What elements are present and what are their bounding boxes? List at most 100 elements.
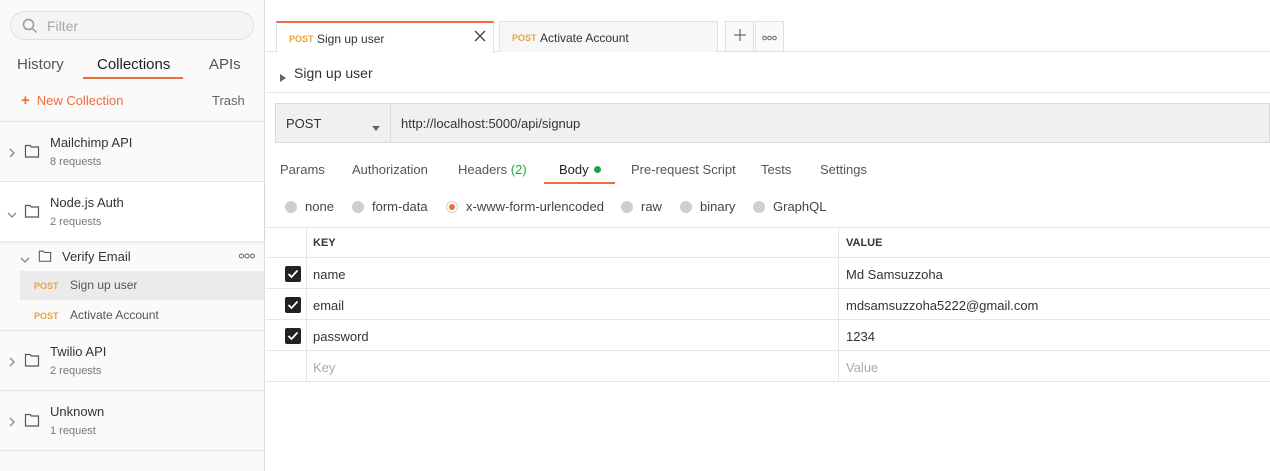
url-bar: POST	[275, 103, 1270, 143]
more-options-icon[interactable]	[239, 251, 255, 262]
row-key[interactable]: password	[313, 329, 369, 344]
radio-label: GraphQL	[773, 199, 827, 214]
collection-unknown[interactable]: Unknown 1 request	[0, 391, 264, 450]
subtab-headers-label: Headers	[458, 162, 508, 177]
subtab-prerequest[interactable]: Pre-request Script	[631, 162, 736, 177]
collection-name: Node.js Auth	[50, 195, 124, 210]
folder-icon	[24, 352, 40, 368]
table-row: name Md Samsuzzoha	[266, 258, 1270, 289]
status-dot-icon	[593, 166, 601, 173]
collection-name: Mailchimp API	[50, 135, 133, 150]
subtab-params[interactable]: Params	[280, 162, 325, 177]
radio-icon	[352, 200, 364, 213]
tab-title: Activate Account	[540, 31, 629, 45]
row-checkbox[interactable]	[285, 266, 301, 282]
search-icon	[22, 18, 38, 34]
collection-name: Twilio API	[50, 344, 107, 359]
active-subtab-indicator	[544, 182, 615, 184]
chevron-right-icon	[8, 355, 16, 367]
radio-selected-icon	[446, 200, 458, 213]
request-tab-sign-up[interactable]: POST Sign up user	[276, 21, 494, 53]
caret-right-icon	[280, 69, 286, 82]
caret-down-icon	[372, 120, 380, 131]
chevron-right-icon	[8, 415, 16, 427]
new-collection-button[interactable]: + New Collection	[21, 93, 123, 108]
subtab-headers[interactable]: Headers (2)	[458, 162, 527, 177]
subtab-body[interactable]: Body	[559, 162, 601, 177]
method-badge: POST	[34, 281, 59, 291]
tab-apis[interactable]: APIs	[209, 56, 241, 73]
trash-button[interactable]: Trash	[212, 93, 245, 108]
collection-count: 8 requests	[50, 156, 102, 168]
method-badge: POST	[289, 34, 314, 44]
row-value[interactable]: mdsamsuzzoha5222@gmail.com	[846, 298, 1038, 313]
headers-count: (2)	[510, 162, 527, 177]
row-checkbox[interactable]	[285, 328, 301, 344]
row-checkbox[interactable]	[285, 297, 301, 313]
radio-icon	[753, 200, 765, 213]
request-tab-activate[interactable]: POST Activate Account	[499, 21, 718, 52]
filter-input[interactable]	[47, 17, 237, 34]
collection-count: 2 requests	[50, 365, 102, 377]
chevron-down-icon	[20, 252, 30, 263]
table-row: email mdsamsuzzoha5222@gmail.com	[266, 289, 1270, 320]
row-value[interactable]: Md Samsuzzoha	[846, 267, 943, 282]
table-row-empty: Key Value	[266, 351, 1270, 382]
tab-title: Sign up user	[317, 32, 385, 46]
plus-icon	[733, 29, 746, 44]
key-placeholder[interactable]: Key	[313, 360, 335, 375]
request-item-sign-up[interactable]: POST Sign up user	[20, 271, 264, 300]
subtab-body-label: Body	[559, 162, 589, 177]
active-tab-indicator	[83, 77, 183, 79]
filter-box[interactable]	[10, 11, 254, 40]
subtab-settings[interactable]: Settings	[820, 162, 867, 177]
radio-urlencoded[interactable]: x-www-form-urlencoded	[446, 199, 604, 214]
more-options-icon	[762, 29, 777, 44]
folder-icon	[38, 249, 52, 263]
main-panel: POST Sign up user POST Activate Account …	[266, 0, 1270, 471]
tab-collections[interactable]: Collections	[97, 56, 170, 73]
radio-none[interactable]: none	[285, 199, 334, 214]
column-divider	[306, 227, 307, 382]
row-key[interactable]: name	[313, 267, 346, 282]
radio-raw[interactable]: raw	[621, 199, 662, 214]
radio-graphql[interactable]: GraphQL	[753, 199, 826, 214]
radio-form-data[interactable]: form-data	[352, 199, 428, 214]
collection-mailchimp[interactable]: Mailchimp API 8 requests	[0, 122, 264, 181]
subtab-tests[interactable]: Tests	[761, 162, 791, 177]
chevron-right-icon	[8, 146, 16, 158]
tab-history[interactable]: History	[17, 56, 64, 73]
collection-twilio[interactable]: Twilio API 2 requests	[0, 331, 264, 390]
divider	[0, 450, 265, 451]
radio-label: binary	[700, 199, 736, 214]
close-icon[interactable]	[473, 29, 487, 43]
request-tabs-bar: POST Sign up user POST Activate Account	[266, 0, 1270, 53]
folder-name: Verify Email	[62, 249, 131, 264]
radio-icon	[680, 200, 692, 213]
method-badge: POST	[34, 311, 59, 321]
radio-label: none	[305, 199, 334, 214]
folder-verify-email[interactable]: Verify Email	[0, 242, 264, 270]
radio-binary[interactable]: binary	[680, 199, 735, 214]
radio-icon	[285, 200, 297, 213]
new-tab-button[interactable]	[725, 21, 754, 52]
row-value[interactable]: 1234	[846, 329, 875, 344]
collection-nodejs-auth[interactable]: Node.js Auth 2 requests	[0, 182, 264, 241]
header-value: VALUE	[846, 237, 883, 249]
method-dropdown[interactable]: POST	[276, 104, 391, 142]
value-placeholder[interactable]: Value	[846, 360, 878, 375]
chevron-down-icon	[7, 207, 17, 218]
column-divider	[838, 227, 839, 382]
body-type-selector: none form-data x-www-form-urlencoded raw…	[266, 197, 1270, 217]
header-key: KEY	[313, 237, 336, 249]
tab-options-button[interactable]	[755, 21, 784, 52]
row-key[interactable]: email	[313, 298, 344, 313]
url-input[interactable]	[392, 104, 1270, 142]
request-item-activate[interactable]: POST Activate Account	[20, 301, 264, 330]
request-title-text: Sign up user	[294, 65, 373, 81]
collection-name: Unknown	[50, 404, 105, 419]
request-title[interactable]: Sign up user	[280, 65, 373, 82]
new-collection-label: New Collection	[36, 93, 124, 108]
subtab-authorization[interactable]: Authorization	[352, 162, 428, 177]
radio-label: x-www-form-urlencoded	[466, 199, 604, 214]
